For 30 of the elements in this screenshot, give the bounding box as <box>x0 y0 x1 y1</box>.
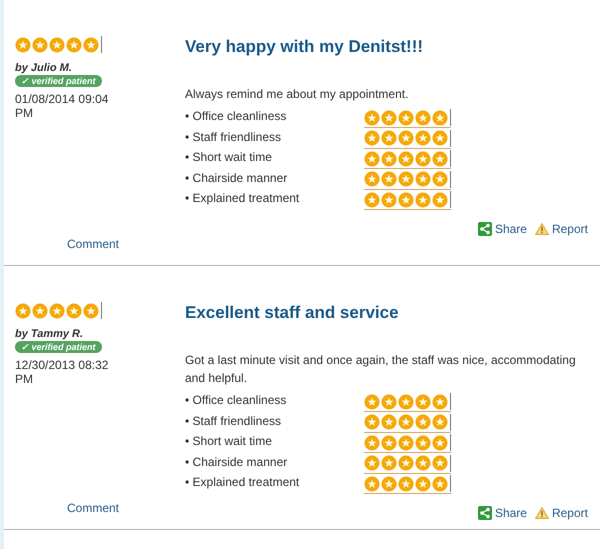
rating-label: • Short wait time <box>185 434 273 448</box>
comment-link[interactable]: Comment <box>67 501 120 515</box>
warning-icon <box>534 506 549 520</box>
review-text: Got a last minute visit and once again, the staff was nice, accommodating and helpful. <box>185 352 577 387</box>
review-date: 12/30/2013 08:32 PM <box>15 358 110 386</box>
report-link[interactable]: Report <box>534 506 588 520</box>
report-link[interactable]: Report <box>534 222 588 236</box>
warning-icon <box>534 222 549 236</box>
rating-label: • Office cleanliness <box>185 393 288 407</box>
rating-label: • Office cleanliness <box>185 109 288 123</box>
review-title: Very happy with my Denitst!!! <box>185 37 424 57</box>
author-name: by Julio M. <box>15 62 72 74</box>
verified-badge: ✓ verified patient <box>15 341 102 353</box>
rating-label: • Explained treatment <box>185 475 300 489</box>
review-title: Excellent staff and service <box>185 303 400 323</box>
review-date: 01/08/2014 09:04 PM <box>15 92 110 120</box>
share-link[interactable]: Share <box>478 222 527 236</box>
rating-label: • Short wait time <box>185 150 273 164</box>
verified-badge: ✓ verified patient <box>15 75 102 87</box>
review-text: Always remind me about my appointment. <box>185 86 410 103</box>
rating-label: • Explained treatment <box>185 191 300 205</box>
comment-link[interactable]: Comment <box>67 237 120 251</box>
rating-label: • Chairside manner <box>185 454 288 468</box>
share-link[interactable]: Share <box>478 506 527 520</box>
share-icon <box>478 222 492 236</box>
rating-label: • Staff friendliness <box>185 130 282 144</box>
rating-label: • Staff friendliness <box>185 414 282 428</box>
author-name: by Tammy R. <box>15 328 84 340</box>
rating-label: • Chairside manner <box>185 170 288 184</box>
share-icon <box>478 506 492 520</box>
